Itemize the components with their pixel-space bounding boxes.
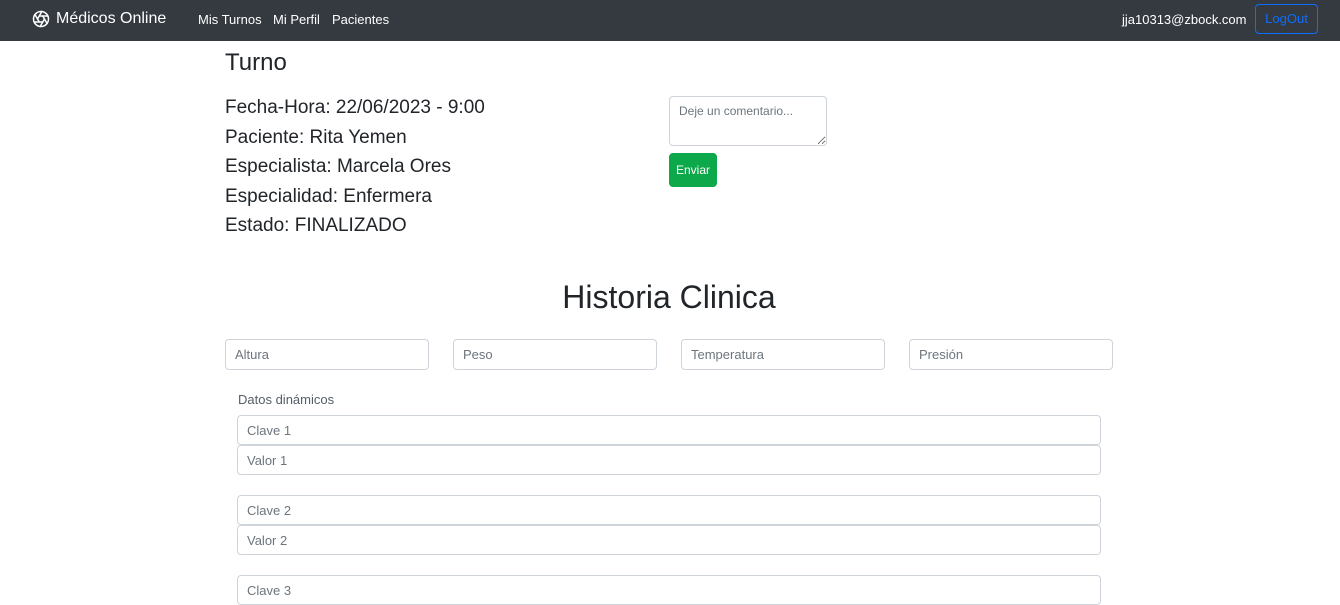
comment-textarea[interactable] [669,96,827,146]
nav-mi-perfil[interactable]: Mi Perfil [273,12,320,28]
nav-pacientes[interactable]: Pacientes [332,12,389,28]
turno-paciente: Paciente: Rita Yemen [225,127,407,148]
valor-2-input[interactable] [237,525,1101,555]
send-comment-button[interactable]: Enviar [669,153,717,187]
temperatura-input[interactable] [681,339,885,370]
peso-input[interactable] [453,339,657,370]
logout-button[interactable]: LogOut [1255,4,1318,34]
aperture-icon [32,10,50,28]
datos-dinamicos-label: Datos dinámicos [238,392,335,407]
user-email: jja10313@zbock.com [1122,12,1247,27]
turno-title: Turno [225,49,287,76]
brand-link[interactable]: Médicos Online [32,8,166,30]
nav-mis-turnos[interactable]: Mis Turnos [198,12,262,28]
presion-input[interactable] [909,339,1113,370]
top-navbar: Médicos Online Mis Turnos Mi Perfil Paci… [0,0,1340,41]
brand-name: Médicos Online [56,10,167,27]
historia-clinica-title: Historia Clinica [562,279,776,315]
clave-3-input[interactable] [237,575,1101,605]
turno-especialista: Especialista: Marcela Ores [225,156,451,177]
turno-fecha-hora: Fecha-Hora: 22/06/2023 - 9:00 [225,97,485,118]
turno-estado: Estado: FINALIZADO [225,215,407,236]
altura-input[interactable] [225,339,429,370]
turno-especialidad: Especialidad: Enfermera [225,186,432,207]
clave-1-input[interactable] [237,415,1101,445]
valor-1-input[interactable] [237,445,1101,475]
clave-2-input[interactable] [237,495,1101,525]
